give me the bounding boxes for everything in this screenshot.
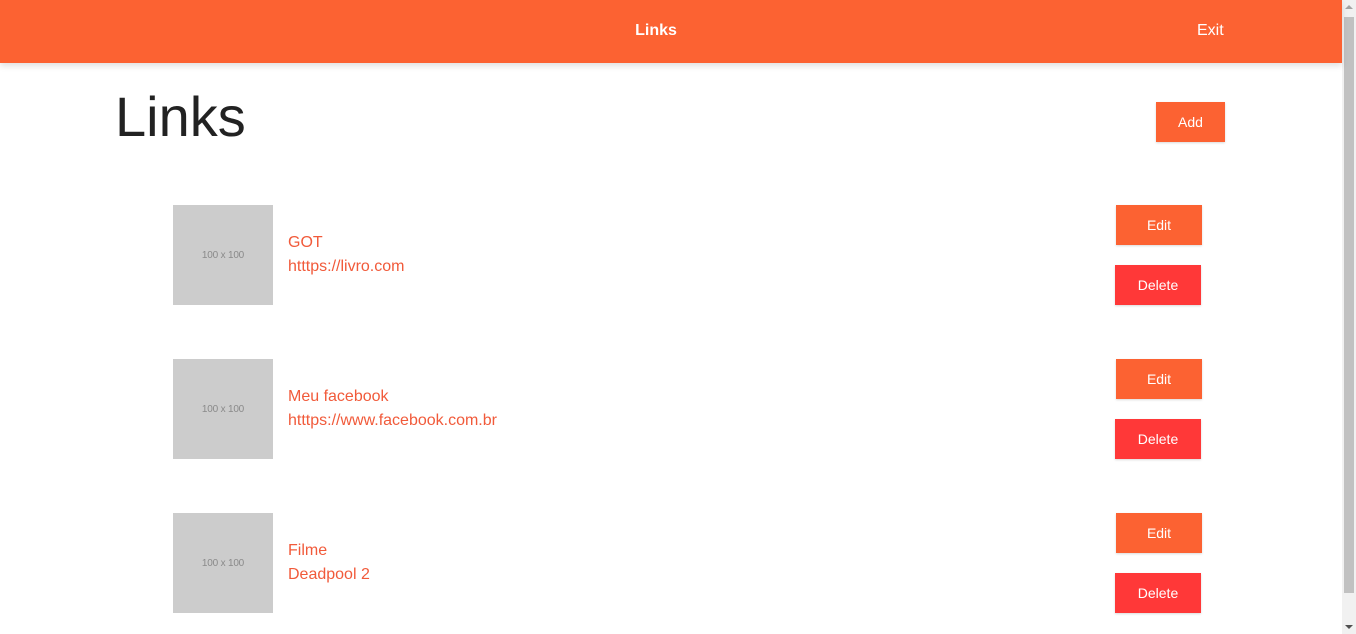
delete-button[interactable]: Delete bbox=[1115, 265, 1201, 305]
delete-button[interactable]: Delete bbox=[1115, 573, 1201, 613]
scrollbar-thumb[interactable] bbox=[1344, 17, 1354, 593]
page-title: Links bbox=[115, 85, 246, 148]
link-title[interactable]: GOT bbox=[288, 233, 323, 253]
link-url[interactable]: Deadpool 2 bbox=[288, 565, 370, 585]
vertical-scrollbar[interactable] bbox=[1342, 0, 1356, 634]
delete-button[interactable]: Delete bbox=[1115, 419, 1201, 459]
thumbnail-image: 100 x 100 bbox=[173, 359, 273, 459]
thumbnail-image: 100 x 100 bbox=[173, 205, 273, 305]
scroll-down-arrow-icon[interactable] bbox=[1345, 625, 1353, 629]
top-navbar: Links Exit bbox=[0, 0, 1342, 63]
thumbnail-image: 100 x 100 bbox=[173, 513, 273, 613]
link-url[interactable]: htttps://livro.com bbox=[288, 257, 404, 277]
link-url[interactable]: htttps://www.facebook.com.br bbox=[288, 411, 497, 431]
list-item: 100 x 100 Meu facebook htttps://www.face… bbox=[0, 359, 1342, 459]
list-item: 100 x 100 Filme Deadpool 2 Edit Delete bbox=[0, 513, 1342, 613]
thumbnail-placeholder-text: 100 x 100 bbox=[201, 249, 245, 261]
edit-button[interactable]: Edit bbox=[1116, 359, 1202, 399]
exit-link[interactable]: Exit bbox=[1197, 21, 1224, 41]
page: Links Exit Links Add 100 x 100 GOT htttp… bbox=[0, 0, 1356, 634]
list-item: 100 x 100 GOT htttps://livro.com Edit De… bbox=[0, 205, 1342, 305]
thumbnail-placeholder-text: 100 x 100 bbox=[201, 403, 245, 415]
scroll-up-arrow-icon[interactable] bbox=[1345, 5, 1353, 9]
link-title[interactable]: Meu facebook bbox=[288, 387, 389, 407]
edit-button[interactable]: Edit bbox=[1116, 513, 1202, 553]
navbar-title[interactable]: Links bbox=[0, 21, 1312, 41]
add-link-button[interactable]: Add bbox=[1156, 102, 1225, 142]
edit-button[interactable]: Edit bbox=[1116, 205, 1202, 245]
thumbnail-placeholder-text: 100 x 100 bbox=[201, 557, 245, 569]
link-title[interactable]: Filme bbox=[288, 541, 327, 561]
